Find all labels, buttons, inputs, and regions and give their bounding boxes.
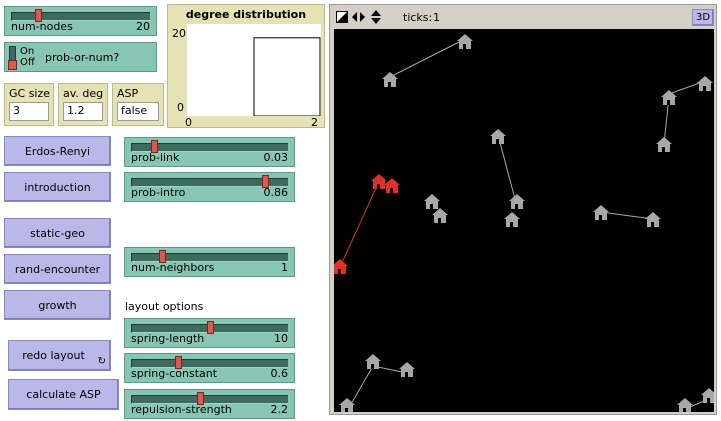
move-left-right-icon[interactable] xyxy=(351,11,366,23)
monitor-asp: ASP false xyxy=(112,83,164,126)
3d-button[interactable]: 3D xyxy=(692,9,714,26)
slider-label: repulsion-strength xyxy=(131,403,232,416)
plot-area xyxy=(187,24,321,116)
prob-link-slider[interactable]: prob-link 0.03 xyxy=(124,137,295,167)
switch-label: prob-or-num? xyxy=(45,51,120,64)
num-neighbors-slider[interactable]: num-neighbors 1 xyxy=(124,247,295,277)
world-view[interactable] xyxy=(334,29,714,412)
plot-x-max-label: 2 xyxy=(311,116,318,129)
switch-off-label: Off xyxy=(20,57,35,68)
growth-button[interactable]: growth xyxy=(4,290,111,320)
view-toolbar: ticks: 1 3D xyxy=(330,5,716,29)
forever-refresh-icon: ↻ xyxy=(97,356,106,367)
spring-constant-slider[interactable]: spring-constant 0.6 xyxy=(124,353,295,383)
monitor-label: ASP xyxy=(117,87,139,100)
world-view-frame: ticks: 1 3D xyxy=(329,4,717,415)
repulsion-strength-slider[interactable]: repulsion-strength 2.2 xyxy=(124,389,295,419)
redo-layout-button[interactable]: redo layout ↻ xyxy=(8,340,111,371)
plot-y-min-label: 0 xyxy=(177,101,184,114)
ticks-label: ticks: xyxy=(403,11,433,24)
plot-y-max-label: 20 xyxy=(172,27,186,40)
plot-x-min-label: 0 xyxy=(185,116,192,129)
prob-intro-slider[interactable]: prob-intro 0.86 xyxy=(124,172,295,202)
monitor-label: av. deg xyxy=(63,87,104,100)
3d-label: 3D xyxy=(695,12,711,23)
calculate-asp-button[interactable]: calculate ASP xyxy=(8,379,119,410)
slider-value: 20 xyxy=(136,20,150,33)
monitor-value: 1.2 xyxy=(63,102,103,121)
rand-encounter-button[interactable]: rand-encounter xyxy=(4,254,111,284)
slider-value: 0.03 xyxy=(263,151,289,164)
slider-label: prob-link xyxy=(131,151,180,164)
static-geo-button[interactable]: static-geo xyxy=(4,218,111,248)
plot-title: degree distribution xyxy=(185,8,307,21)
slider-label: spring-constant xyxy=(131,367,218,380)
monitor-value: 3 xyxy=(9,102,49,121)
spring-length-slider[interactable]: spring-length 10 xyxy=(124,318,295,348)
introduction-button[interactable]: introduction xyxy=(4,172,111,202)
monitor-gc-size: GC size 3 xyxy=(4,83,54,126)
erdos-renyi-button[interactable]: Erdos-Renyi xyxy=(4,136,111,166)
layout-options-label: layout options xyxy=(125,300,204,313)
switch-handle[interactable] xyxy=(8,60,17,70)
switch-on-label: On xyxy=(20,46,35,57)
slider-label: num-neighbors xyxy=(131,261,215,274)
ticks-value: 1 xyxy=(433,11,440,24)
slider-label: prob-intro xyxy=(131,186,186,199)
slider-label: spring-length xyxy=(131,332,205,345)
monitor-av-deg: av. deg 1.2 xyxy=(58,83,108,126)
monitor-value: false xyxy=(117,102,159,121)
slider-handle[interactable] xyxy=(207,321,214,334)
redo-layout-label: redo layout xyxy=(22,349,85,362)
slider-value: 1 xyxy=(281,261,288,274)
slider-value: 10 xyxy=(274,332,288,345)
histogram-bar-1 xyxy=(253,37,321,116)
slider-value: 2.2 xyxy=(270,403,289,416)
slider-value: 0.86 xyxy=(263,186,289,199)
monitor-label: GC size xyxy=(9,87,51,100)
move-up-down-icon[interactable] xyxy=(370,9,382,25)
degree-distribution-plot: degree distribution 20 0 0 2 xyxy=(167,4,325,129)
num-nodes-slider[interactable]: num-nodes 20 xyxy=(4,6,157,36)
zoom-toggle-icon[interactable] xyxy=(336,11,348,23)
slider-label: num-nodes xyxy=(11,20,73,33)
prob-or-num-switch[interactable]: On Off prob-or-num? xyxy=(4,42,157,72)
slider-value: 0.6 xyxy=(270,367,289,380)
